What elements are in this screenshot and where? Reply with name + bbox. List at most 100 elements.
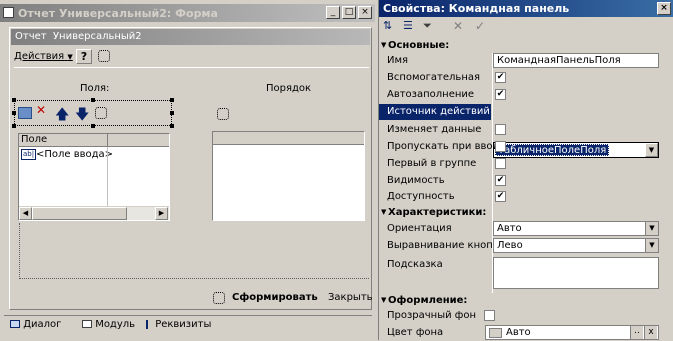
visibility-checkbox[interactable]: ✔ [495,175,506,186]
property-button-alignment[interactable]: Выравнивание кнопок Лево ▼ [379,238,672,254]
help-button[interactable]: ? [76,49,92,64]
property-transparent-bg[interactable]: Прозрачный фон [379,308,672,324]
selection-handle[interactable] [91,98,95,102]
property-hint[interactable]: Подсказка [379,257,672,291]
delete-row-icon[interactable]: ✕ [36,103,46,117]
scroll-left-button[interactable]: ◀ [19,207,32,220]
property-changes-data[interactable]: Изменяет данные [379,122,672,138]
fields-table[interactable]: Поле ab| <Поле ввода> ◀ ▶ [18,133,170,221]
column-header[interactable]: Поле [21,134,47,145]
property-auxiliary[interactable]: Вспомогательная ✔ [379,70,672,86]
property-skip-on-input[interactable]: Пропускать при вводе [379,139,672,155]
property-grid: ▼ Основные: Имя КоманднаяПанельПоля Вспо… [379,38,672,340]
bg-color-value: Авто [506,327,531,338]
tab-dialog[interactable]: Диалог [10,316,61,334]
scroll-thumb[interactable] [32,207,127,220]
design-area-boundary [19,223,369,279]
first-in-group-checkbox[interactable] [495,158,506,169]
command-bar-divider [14,67,369,68]
attributes-icon [146,319,152,329]
move-down-icon[interactable]: 🡇 [75,104,89,128]
selection-handle[interactable] [12,111,16,115]
property-first-in-group[interactable]: Первый в группе [379,156,672,172]
tab-label: Модуль [95,319,136,330]
selection-handle[interactable] [170,111,174,115]
order-panel-button-icon[interactable] [217,108,229,120]
orientation-combo[interactable]: Авто ▼ [493,221,659,236]
add-row-icon[interactable] [18,107,32,119]
clear-icon[interactable]: x [644,326,657,339]
property-orientation[interactable]: Ориентация Авто ▼ [379,221,672,237]
color-swatch-icon [489,328,502,338]
chevron-down-icon[interactable]: ▼ [645,222,658,235]
selection-handle[interactable] [170,124,174,128]
move-up-icon[interactable]: 🡅 [55,104,69,128]
autofill-checkbox[interactable]: ✔ [495,89,506,100]
clear-icon[interactable]: ✕ [453,19,463,33]
filter-icon[interactable]: ⏷ [423,19,432,33]
selected-command-panel[interactable]: ✕ 🡅 🡇 [14,100,172,126]
placeholder-button-icon[interactable] [95,107,107,119]
minimize-button[interactable]: _ [326,6,340,19]
name-field[interactable]: КоманднаяПанельПоля [493,53,659,68]
section-characteristics[interactable]: ▼ Характеристики: [379,205,672,220]
property-label: Доступность [387,191,455,202]
hint-textarea[interactable] [493,257,659,289]
section-main[interactable]: ▼ Основные: [379,38,672,53]
form-canvas: Отчет Универсальный2 Действия ▼ ? Поля: … [9,27,373,310]
actions-menu[interactable]: Действия ▼ [14,51,73,62]
column-divider [107,134,108,147]
chevron-down-icon[interactable]: ▼ [645,239,658,252]
scroll-right-button[interactable]: ▶ [155,207,168,220]
property-label: Имя [387,55,409,66]
order-table[interactable] [212,131,365,221]
selection-handle[interactable] [12,98,16,102]
bg-color-combo[interactable]: Авто .. x [485,325,659,340]
properties-close-button[interactable]: × [657,2,671,15]
horizontal-scrollbar[interactable]: ◀ ▶ [19,206,169,220]
property-label: Первый в группе [387,158,477,169]
collapse-icon: ▼ [381,296,387,304]
skip-on-input-checkbox[interactable] [495,141,506,152]
apply-icon[interactable]: ✓ [475,19,485,33]
property-bg-color[interactable]: Цвет фона Авто .. x [379,325,672,341]
property-visibility[interactable]: Видимость ✔ [379,173,672,189]
selection-handle[interactable] [170,98,174,102]
name-value: КоманднаяПанельПоля [497,55,621,66]
property-availability[interactable]: Доступность ✔ [379,189,672,205]
generate-button[interactable]: Сформировать [232,292,318,303]
maximize-button[interactable]: □ [342,6,356,19]
tab-module[interactable]: Модуль [82,316,135,334]
section-design[interactable]: ▼ Оформление: [379,293,672,308]
properties-panel: Свойства: Командная панель × ⇅ ☰ ⏷ ✕ ✓ ▼… [378,0,673,340]
selection-handle[interactable] [91,124,95,128]
sort-icon[interactable]: ⇅ [383,19,392,32]
column-line [107,147,108,206]
dialog-icon [10,320,20,328]
categorize-icon[interactable]: ☰ [403,19,413,32]
transparent-bg-checkbox[interactable] [484,310,495,321]
tab-attributes[interactable]: Реквизиты [146,316,211,334]
property-label: Изменяет данные [387,124,482,135]
close-form-button[interactable]: Закрыть [328,292,373,303]
help-label: ? [80,50,88,63]
table-row[interactable]: ab| <Поле ввода> [19,148,169,162]
placeholder-button-icon[interactable] [98,50,110,62]
property-label: Выравнивание кнопок [387,240,505,251]
tab-label: Реквизиты [155,319,212,330]
properties-titlebar[interactable]: Свойства: Командная панель × [379,0,673,17]
close-button[interactable]: × [358,6,372,19]
auxiliary-checkbox[interactable]: ✔ [495,72,506,83]
availability-checkbox[interactable]: ✔ [495,191,506,202]
selection-handle[interactable] [12,124,16,128]
properties-title: Свойства: Командная панель [383,2,570,15]
button-alignment-combo[interactable]: Лево ▼ [493,238,659,253]
property-autofill[interactable]: Автозаполнение ✔ [379,87,672,103]
order-table-header [213,132,364,145]
ellipsis-button[interactable]: .. [630,326,643,339]
property-name[interactable]: Имя КоманднаяПанельПоля [379,53,672,69]
changes-data-checkbox[interactable] [495,124,506,135]
property-action-source[interactable]: Источник действий [379,104,491,120]
form-window-icon [3,7,14,18]
form-window-titlebar[interactable]: Отчет Универсальный2: Форма _ □ × [0,4,375,22]
